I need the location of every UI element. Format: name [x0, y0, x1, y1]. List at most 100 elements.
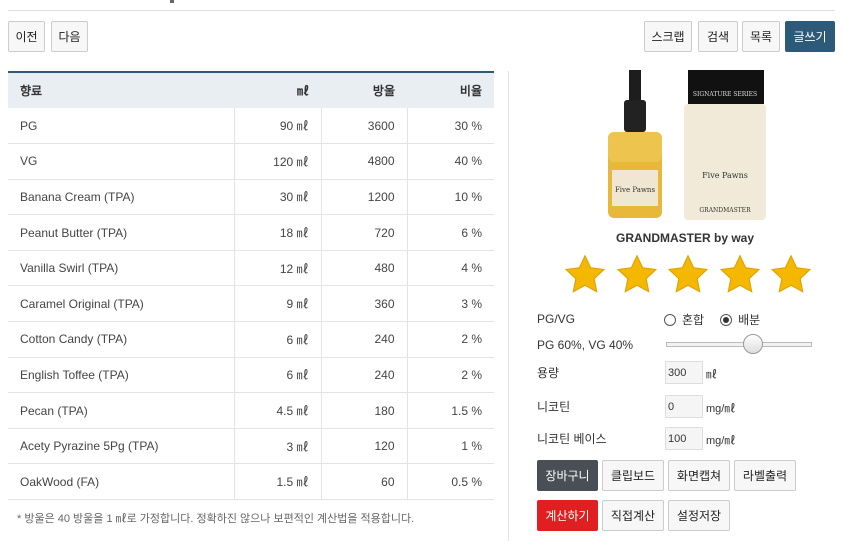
- header-ml: ㎖: [234, 71, 321, 108]
- small-bottle-image: Five Pawns: [608, 70, 662, 218]
- ratio-cell: 1.5 %: [407, 392, 494, 429]
- drops-cell: 360: [321, 285, 408, 323]
- save-settings-button[interactable]: 설정저장: [668, 500, 730, 531]
- flavor-cell: Cotton Candy (TPA): [8, 321, 235, 358]
- nicotine-input[interactable]: [665, 395, 703, 418]
- table-row: OakWood (FA) 1.5 ㎖ 60 0.5 %: [8, 463, 494, 501]
- nicotine-base-label: 니코틴 베이스: [537, 432, 607, 446]
- cart-button[interactable]: 장바구니: [537, 460, 598, 491]
- drops-cell: 120: [321, 428, 408, 465]
- header-drops: 방울: [321, 71, 407, 108]
- search-button[interactable]: 검색: [698, 21, 738, 52]
- drops-cell: 180: [321, 392, 408, 429]
- drops-cell: 240: [321, 321, 408, 358]
- pgvg-label: PG/VG: [537, 312, 576, 326]
- ml-cell: 6 ㎖: [234, 321, 322, 358]
- drops-cell: 480: [321, 250, 408, 287]
- volume-input[interactable]: [665, 361, 703, 384]
- flavor-cell: English Toffee (TPA): [8, 357, 235, 394]
- ml-cell: 6 ㎖: [234, 357, 322, 394]
- table-row: VG 120 ㎖ 4800 40 %: [8, 143, 494, 180]
- ratio-cell: 40 %: [407, 143, 494, 180]
- pgvg-mode: 혼합 배분: [664, 311, 760, 328]
- star-icon: [616, 254, 657, 293]
- list-button[interactable]: 목록: [742, 21, 780, 52]
- drops-cell: 60: [321, 463, 408, 501]
- manual-calc-button[interactable]: 직접계산: [602, 500, 664, 531]
- rating-stars: [563, 253, 813, 301]
- table-row: Cotton Candy (TPA) 6 ㎖ 240 2 %: [8, 321, 494, 358]
- star-icon: [770, 254, 812, 293]
- table-row: Caramel Original (TPA) 9 ㎖ 360 3 %: [8, 285, 494, 323]
- title-fragment: [170, 0, 174, 3]
- star-icon: [564, 254, 606, 293]
- large-bottle-series: SIGNATURE SERIES: [693, 91, 757, 98]
- table-row: Vanilla Swirl (TPA) 12 ㎖ 480 4 %: [8, 250, 494, 287]
- next-button[interactable]: 다음: [51, 21, 88, 52]
- column-divider: [508, 71, 509, 541]
- drops-cell: 3600: [321, 108, 408, 145]
- write-button[interactable]: 글쓰기: [785, 21, 835, 52]
- nicotine-label: 니코틴: [537, 400, 571, 414]
- flavor-cell: Acety Pyrazine 5Pg (TPA): [8, 428, 235, 465]
- flavor-cell: PG: [8, 108, 235, 145]
- ratio-cell: 0.5 %: [407, 463, 494, 501]
- ml-cell: 90 ㎖: [234, 108, 322, 145]
- product-title: GRANDMASTER by way: [615, 231, 755, 245]
- flavor-cell: Pecan (TPA): [8, 392, 235, 429]
- ml-cell: 12 ㎖: [234, 250, 322, 287]
- header-ratio: 비율: [407, 71, 494, 108]
- ratio-text: PG 60%, VG 40%: [537, 338, 634, 352]
- drops-cell: 4800: [321, 143, 408, 180]
- capture-button[interactable]: 화면캡쳐: [668, 460, 730, 491]
- ml-cell: 9 ㎖: [234, 285, 322, 323]
- ml-cell: 120 ㎖: [234, 143, 322, 180]
- calculate-button[interactable]: 계산하기: [537, 500, 598, 531]
- ml-cell: 4.5 ㎖: [234, 392, 322, 429]
- split-label: 배분: [738, 313, 761, 327]
- label-print-button[interactable]: 라벨출력: [734, 460, 796, 491]
- drops-cell: 1200: [321, 179, 408, 216]
- table-row: English Toffee (TPA) 6 ㎖ 240 2 %: [8, 357, 494, 394]
- table-row: Peanut Butter (TPA) 18 ㎖ 720 6 %: [8, 214, 494, 251]
- flavor-cell: Caramel Original (TPA): [8, 285, 235, 323]
- star-icon: [719, 254, 760, 293]
- ratio-cell: 4 %: [407, 250, 494, 287]
- nicotine-unit: mg/㎖: [706, 403, 736, 415]
- scrap-button[interactable]: 스크랩: [644, 21, 692, 52]
- drops-cell: 720: [321, 214, 408, 251]
- product-image: Five Pawns SIGNATURE SERIES Five Pawns G…: [600, 70, 770, 220]
- nicotine-base-unit: mg/㎖: [706, 435, 736, 447]
- ratio-cell: 6 %: [407, 214, 494, 251]
- flavor-cell: Vanilla Swirl (TPA): [8, 250, 235, 287]
- prev-button[interactable]: 이전: [8, 21, 45, 52]
- recipe-table: 향료 ㎖ 방울 비율 PG 90 ㎖ 3600 30 % VG 120 ㎖ 4800 40 %…: [8, 71, 494, 501]
- ratio-cell: 3 %: [407, 285, 494, 323]
- table-row: PG 90 ㎖ 3600 30 %: [8, 108, 494, 145]
- nicotine-base-input[interactable]: [665, 427, 703, 450]
- star-icon: [667, 254, 709, 293]
- volume-label: 용량: [537, 366, 560, 380]
- ml-cell: 18 ㎖: [234, 214, 322, 251]
- table-row: Pecan (TPA) 4.5 ㎖ 180 1.5 %: [8, 392, 494, 429]
- ml-cell: 30 ㎖: [234, 179, 322, 216]
- large-bottle-image: SIGNATURE SERIES Five Pawns GRANDMASTER: [684, 70, 766, 220]
- ratio-slider-track[interactable]: [666, 342, 812, 347]
- ml-cell: 1.5 ㎖: [234, 463, 322, 501]
- flavor-cell: Banana Cream (TPA): [8, 179, 235, 216]
- ratio-cell: 1 %: [407, 428, 494, 465]
- ratio-cell: 10 %: [407, 179, 494, 216]
- table-header-row: 향료 ㎖ 방울 비율: [8, 71, 494, 108]
- small-bottle-brand: Five Pawns: [615, 186, 655, 194]
- large-bottle-brand: Five Pawns: [702, 171, 748, 180]
- flavor-cell: VG: [8, 143, 235, 180]
- table-row: Acety Pyrazine 5Pg (TPA) 3 ㎖ 120 1 %: [8, 428, 494, 465]
- large-bottle-name: GRANDMASTER: [699, 207, 751, 214]
- clipboard-button[interactable]: 클립보드: [602, 460, 664, 491]
- ratio-cell: 2 %: [407, 357, 494, 394]
- ratio-slider-handle[interactable]: [743, 334, 763, 354]
- split-radio[interactable]: [720, 313, 733, 326]
- mix-radio[interactable]: [664, 313, 676, 326]
- flavor-cell: OakWood (FA): [8, 463, 235, 501]
- ratio-cell: 30 %: [407, 108, 494, 145]
